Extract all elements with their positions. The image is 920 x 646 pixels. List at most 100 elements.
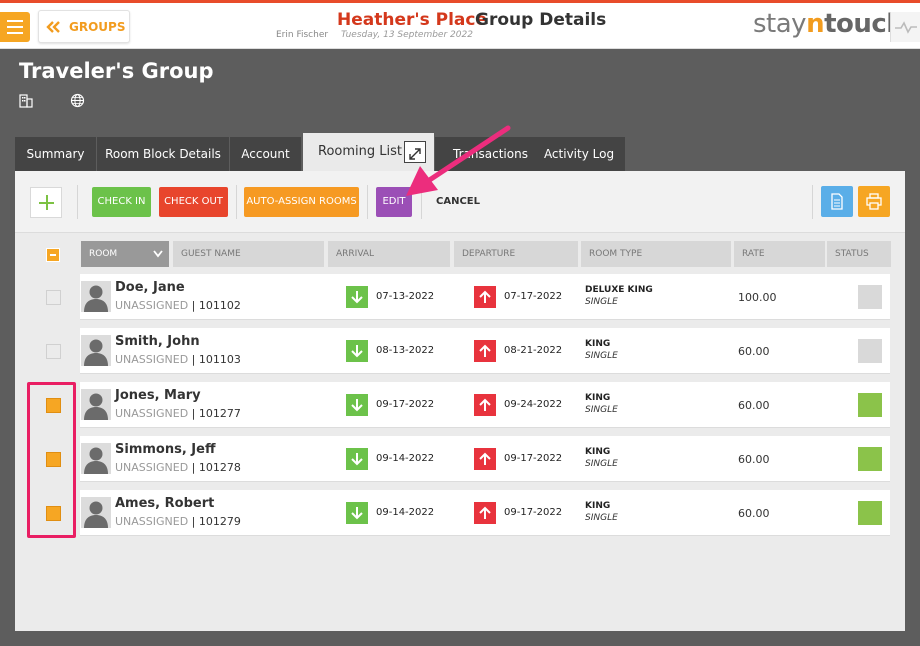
document-icon bbox=[831, 193, 843, 210]
arrival-indicator bbox=[346, 340, 368, 362]
toolbar-divider bbox=[77, 185, 78, 219]
arrow-down-icon bbox=[351, 453, 363, 466]
printer-icon bbox=[866, 193, 882, 210]
room-type: KING bbox=[585, 339, 611, 349]
tab-account[interactable]: Account bbox=[230, 137, 301, 171]
tab-room-block-details[interactable]: Room Block Details bbox=[97, 137, 229, 171]
avatar bbox=[81, 497, 111, 528]
column-header-room-type[interactable]: ROOM TYPE bbox=[581, 241, 731, 267]
row-checkbox[interactable] bbox=[46, 290, 61, 305]
guest-room-info: UNASSIGNED | 101102 bbox=[115, 299, 241, 312]
status-indicator bbox=[858, 339, 882, 363]
column-header-guest-name[interactable]: GUEST NAME bbox=[173, 241, 324, 267]
globe-icon[interactable] bbox=[70, 93, 85, 108]
menu-button[interactable] bbox=[0, 12, 30, 42]
row-checkbox[interactable] bbox=[46, 344, 61, 359]
occupancy-type: SINGLE bbox=[585, 513, 618, 523]
person-silhouette-icon bbox=[84, 285, 108, 312]
guest-name[interactable]: Simmons, Jeff bbox=[115, 442, 215, 457]
table-row[interactable]: Doe, Jane UNASSIGNED | 101102 07-13-2022 07… bbox=[80, 274, 890, 320]
rate: 60.00 bbox=[738, 507, 770, 520]
room-assignment: UNASSIGNED bbox=[115, 515, 189, 528]
guest-name[interactable]: Jones, Mary bbox=[115, 388, 201, 403]
column-header-departure[interactable]: DEPARTURE bbox=[454, 241, 578, 267]
departure-date: 09-24-2022 bbox=[504, 399, 563, 410]
business-date: Tuesday, 13 September 2022 bbox=[341, 30, 473, 40]
departure-indicator bbox=[474, 448, 496, 470]
rate: 100.00 bbox=[738, 291, 777, 304]
document-button[interactable] bbox=[821, 186, 853, 217]
person-silhouette-icon bbox=[84, 393, 108, 420]
guest-room-info: UNASSIGNED | 101278 bbox=[115, 461, 241, 474]
cancel-button[interactable]: CANCEL bbox=[436, 196, 480, 207]
select-all-checkbox[interactable] bbox=[46, 248, 60, 262]
departure-date: 09-17-2022 bbox=[504, 453, 563, 464]
person-silhouette-icon bbox=[84, 447, 108, 474]
expand-icon bbox=[409, 148, 421, 160]
header-bar: GROUPS Heather's Place Group Details Eri… bbox=[0, 3, 920, 49]
room-type: KING bbox=[585, 393, 611, 403]
column-header-status[interactable]: STATUS bbox=[827, 241, 891, 267]
auto-assign-rooms-button[interactable]: AUTO-ASSIGN ROOMS bbox=[244, 187, 359, 217]
rate: 60.00 bbox=[738, 453, 770, 466]
rate: 60.00 bbox=[738, 345, 770, 358]
arrow-up-icon bbox=[479, 344, 491, 357]
column-header-room-label: ROOM bbox=[89, 249, 118, 259]
column-header-arrival[interactable]: ARRIVAL bbox=[328, 241, 450, 267]
arrow-down-icon bbox=[351, 291, 363, 304]
arrival-indicator bbox=[346, 502, 368, 524]
building-icon[interactable] bbox=[19, 94, 33, 108]
rate: 60.00 bbox=[738, 399, 770, 412]
expand-button[interactable] bbox=[404, 141, 426, 163]
tab-rooming-list[interactable]: Rooming List bbox=[303, 133, 434, 171]
arrival-indicator bbox=[346, 448, 368, 470]
room-type: KING bbox=[585, 447, 611, 457]
occupancy-type: SINGLE bbox=[585, 351, 618, 361]
room-type: DELUXE KING bbox=[585, 285, 653, 295]
departure-indicator bbox=[474, 502, 496, 524]
print-button[interactable] bbox=[858, 186, 890, 217]
avatar bbox=[81, 389, 111, 420]
column-header-rate[interactable]: RATE bbox=[734, 241, 825, 267]
table-row[interactable]: Smith, John UNASSIGNED | 101103 08-13-2022… bbox=[80, 328, 890, 374]
edit-button[interactable]: EDIT bbox=[376, 187, 412, 217]
room-assignment: UNASSIGNED bbox=[115, 461, 189, 474]
arrow-up-icon bbox=[479, 398, 491, 411]
hotel-name: Heather's Place bbox=[337, 10, 487, 30]
guest-name[interactable]: Smith, John bbox=[115, 334, 200, 349]
add-reservation-button[interactable] bbox=[30, 187, 62, 218]
check-out-button[interactable]: CHECK OUT bbox=[159, 187, 228, 217]
annotation-highlight-box bbox=[27, 382, 76, 538]
double-chevron-left-icon bbox=[46, 21, 60, 33]
departure-indicator bbox=[474, 340, 496, 362]
guest-room-info: UNASSIGNED | 101279 bbox=[115, 515, 241, 528]
pulse-button[interactable] bbox=[890, 12, 920, 42]
status-indicator bbox=[858, 285, 882, 309]
table-row[interactable]: Simmons, Jeff UNASSIGNED | 101278 09-14-20… bbox=[80, 436, 890, 482]
toolbar-divider bbox=[367, 185, 368, 219]
groups-back-button[interactable]: GROUPS bbox=[38, 10, 130, 43]
tab-summary[interactable]: Summary bbox=[15, 137, 96, 171]
hamburger-icon-line bbox=[7, 26, 23, 28]
guest-room-info: UNASSIGNED | 101277 bbox=[115, 407, 241, 420]
room-assignment: UNASSIGNED bbox=[115, 299, 189, 312]
guest-name[interactable]: Doe, Jane bbox=[115, 280, 185, 295]
logo-part-n: n bbox=[806, 9, 825, 39]
departure-indicator bbox=[474, 394, 496, 416]
toolbar-divider bbox=[812, 185, 813, 219]
table-row[interactable]: Ames, Robert UNASSIGNED | 101279 09-14-202… bbox=[80, 490, 890, 536]
arrival-date: 09-14-2022 bbox=[376, 507, 435, 518]
table-row[interactable]: Jones, Mary UNASSIGNED | 101277 09-17-2022… bbox=[80, 382, 890, 428]
check-in-button[interactable]: CHECK IN bbox=[92, 187, 151, 217]
column-header-room[interactable]: ROOM bbox=[81, 241, 169, 267]
chevron-down-icon bbox=[153, 250, 163, 258]
brand-logo: stayntouch bbox=[753, 9, 905, 39]
tab-activity-log[interactable]: Activity Log bbox=[533, 137, 625, 171]
tab-transactions[interactable]: Transactions bbox=[435, 137, 546, 171]
toolbar-divider bbox=[421, 185, 422, 219]
guest-name[interactable]: Ames, Robert bbox=[115, 496, 214, 511]
page-title: Group Details bbox=[475, 10, 607, 30]
person-silhouette-icon bbox=[84, 501, 108, 528]
pulse-icon bbox=[895, 21, 917, 34]
toolbar-divider bbox=[236, 185, 237, 219]
